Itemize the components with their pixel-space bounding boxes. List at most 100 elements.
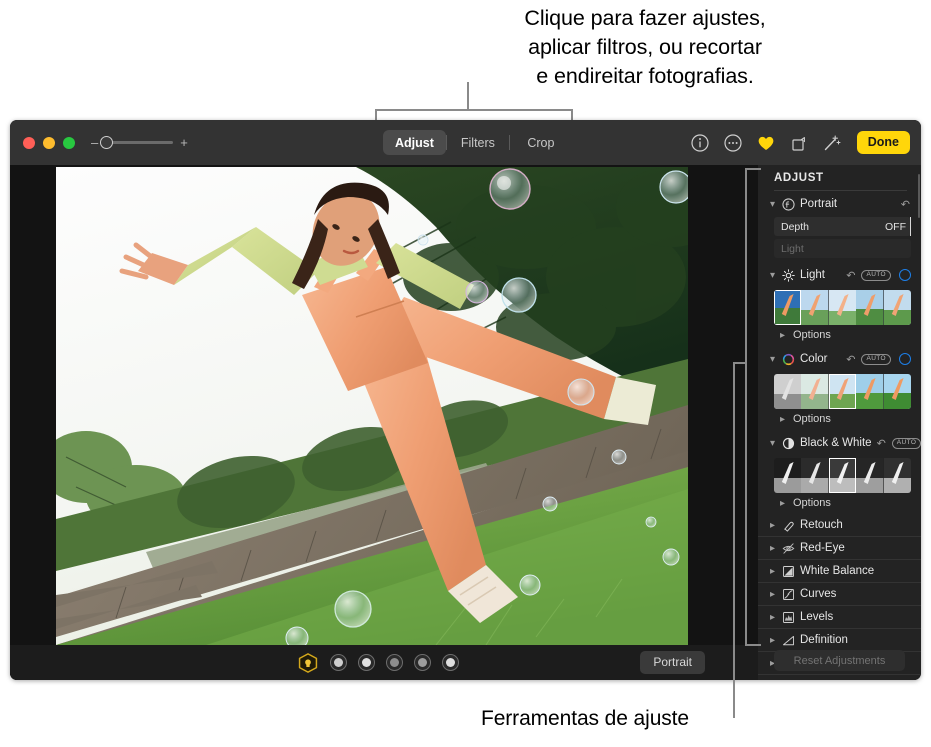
auto-color-badge[interactable]: AUTO (861, 353, 891, 365)
auto-light-badge[interactable]: AUTO (861, 269, 891, 281)
chevron-right-icon[interactable]: ▸ (768, 566, 777, 577)
portrait-badge[interactable]: Portrait (640, 651, 705, 674)
sidebar-item-retouch-label: Retouch (800, 519, 843, 531)
reset-portrait-icon[interactable]: ↶ (901, 198, 910, 211)
callout-text-top: Clique para fazer ajustes, aplicar filtr… (524, 6, 766, 88)
portrait-lighting-strip: Portrait (10, 645, 758, 680)
chevron-down-icon[interactable]: ▾ (768, 270, 777, 281)
sidebar-item-curves-label: Curves (800, 588, 837, 600)
bw-variation-thumbnails[interactable] (774, 458, 911, 493)
tab-filters[interactable]: Filters (447, 130, 509, 155)
chevron-right-icon[interactable]: ▸ (768, 543, 777, 554)
rotate-icon[interactable] (789, 133, 809, 153)
chevron-down-icon[interactable]: ▾ (768, 354, 777, 365)
bw-thumb-2[interactable] (801, 458, 829, 493)
color-thumb-3[interactable] (828, 374, 857, 409)
group-portrait[interactable]: ▾ Portrait ↶ (758, 191, 921, 217)
light-toggle[interactable] (899, 269, 911, 281)
tab-adjust[interactable]: Adjust (383, 130, 446, 155)
photo-image[interactable] (56, 167, 688, 645)
group-light[interactable]: ▾ Light ↶ AUTO (758, 262, 921, 288)
color-options-row[interactable]: ▸ Options (758, 409, 921, 429)
color-variation-thumbnails[interactable] (774, 374, 911, 409)
half-circle-icon (782, 437, 795, 450)
light-variation-thumbnails[interactable] (774, 290, 911, 325)
zoom-out-icon[interactable]: – (91, 136, 98, 149)
natural-light-cube-icon[interactable] (297, 652, 319, 674)
zoom-slider-knob[interactable] (100, 135, 114, 149)
reset-light-icon[interactable]: ↶ (846, 269, 855, 282)
light-thumb-3[interactable] (828, 290, 857, 325)
color-toggle[interactable] (899, 353, 911, 365)
group-light-label: Light (800, 269, 825, 281)
chevron-right-icon[interactable]: ▸ (778, 498, 787, 509)
color-thumb-4[interactable] (856, 374, 884, 409)
bw-thumb-3[interactable] (828, 458, 857, 493)
bw-thumb-4[interactable] (856, 458, 884, 493)
group-color[interactable]: ▾ Color ↶ AUTO (758, 346, 921, 372)
chevron-right-icon[interactable]: ▸ (768, 635, 777, 646)
done-button[interactable]: Done (856, 131, 910, 154)
tab-crop[interactable]: Crop (510, 130, 572, 155)
chevron-down-icon[interactable]: ▾ (768, 199, 777, 210)
sidebar-item-levels[interactable]: ▸ Levels (758, 606, 921, 629)
auto-bw-badge[interactable]: AUTO (891, 437, 921, 449)
color-options-label: Options (793, 413, 831, 425)
color-thumb-5[interactable] (883, 374, 911, 409)
portrait-lighting-option-contour[interactable] (358, 654, 375, 671)
reset-adjustments-button[interactable]: Reset Adjustments (774, 650, 905, 671)
zoom-slider-track[interactable] (100, 135, 174, 149)
callout-bracket-top-horizontal (375, 109, 573, 111)
slider-depth[interactable]: Depth OFF (774, 217, 911, 236)
definition-icon (782, 634, 795, 647)
portrait-lighting-option-stage[interactable] (386, 654, 403, 671)
chevron-right-icon[interactable]: ▸ (768, 589, 777, 600)
chevron-right-icon[interactable]: ▸ (778, 414, 787, 425)
light-options-row[interactable]: ▸ Options (758, 325, 921, 345)
reset-color-icon[interactable]: ↶ (846, 353, 855, 366)
light-thumb-5[interactable] (883, 290, 911, 325)
light-thumb-4[interactable] (856, 290, 884, 325)
sidebar-item-curves[interactable]: ▸ Curves (758, 583, 921, 606)
favorite-heart-icon[interactable] (756, 133, 776, 153)
chevron-right-icon[interactable]: ▸ (778, 330, 787, 341)
sidebar-item-definition[interactable]: ▸ Definition (758, 629, 921, 652)
slider-depth-handle[interactable] (909, 217, 911, 236)
sidebar-scrollbar[interactable] (918, 174, 920, 218)
more-options-icon[interactable] (723, 133, 743, 153)
zoom-button[interactable] (63, 136, 75, 149)
titlebar-actions: Done (690, 120, 910, 165)
bw-thumb-1[interactable] (774, 458, 802, 493)
sidebar-item-retouch[interactable]: ▸ Retouch (758, 514, 921, 537)
sun-icon (782, 268, 795, 282)
chevron-right-icon[interactable]: ▸ (768, 520, 777, 531)
close-button[interactable] (23, 136, 35, 149)
bw-options-row[interactable]: ▸ Options (758, 493, 921, 513)
light-thumb-2[interactable] (801, 290, 829, 325)
auto-enhance-icon[interactable] (822, 133, 842, 153)
zoom-slider[interactable]: – + (91, 135, 188, 149)
color-thumb-2[interactable] (801, 374, 829, 409)
info-icon[interactable] (690, 133, 710, 153)
chevron-down-icon[interactable]: ▾ (768, 438, 777, 449)
chevron-right-icon[interactable]: ▸ (768, 612, 777, 623)
light-thumb-1[interactable] (774, 290, 802, 325)
sidebar-item-red-eye[interactable]: ▸ Red-Eye (758, 537, 921, 560)
portrait-lighting-option-high-key-mono[interactable] (442, 654, 459, 671)
levels-icon (782, 611, 795, 624)
callout-bracket-right-top-arm (745, 168, 761, 170)
sidebar-item-white-balance-label: White Balance (800, 565, 875, 577)
color-wheel-icon (782, 353, 795, 366)
portrait-lighting-option-studio[interactable] (330, 654, 347, 671)
minimize-button[interactable] (43, 136, 55, 149)
bw-options-label: Options (793, 497, 831, 509)
zoom-in-icon[interactable]: + (180, 136, 188, 149)
slider-portrait-light[interactable]: Light (774, 239, 911, 258)
sidebar-item-white-balance[interactable]: ▸ White Balance (758, 560, 921, 583)
color-thumb-1[interactable] (774, 374, 802, 409)
bw-thumb-5[interactable] (883, 458, 911, 493)
portrait-lighting-option-stage-mono[interactable] (414, 654, 431, 671)
edit-mode-segmented-control[interactable]: Adjust Filters Crop (383, 130, 572, 155)
reset-bw-icon[interactable]: ↶ (877, 437, 886, 450)
group-black-and-white[interactable]: ▾ Black & White ↶ AUTO (758, 430, 921, 456)
